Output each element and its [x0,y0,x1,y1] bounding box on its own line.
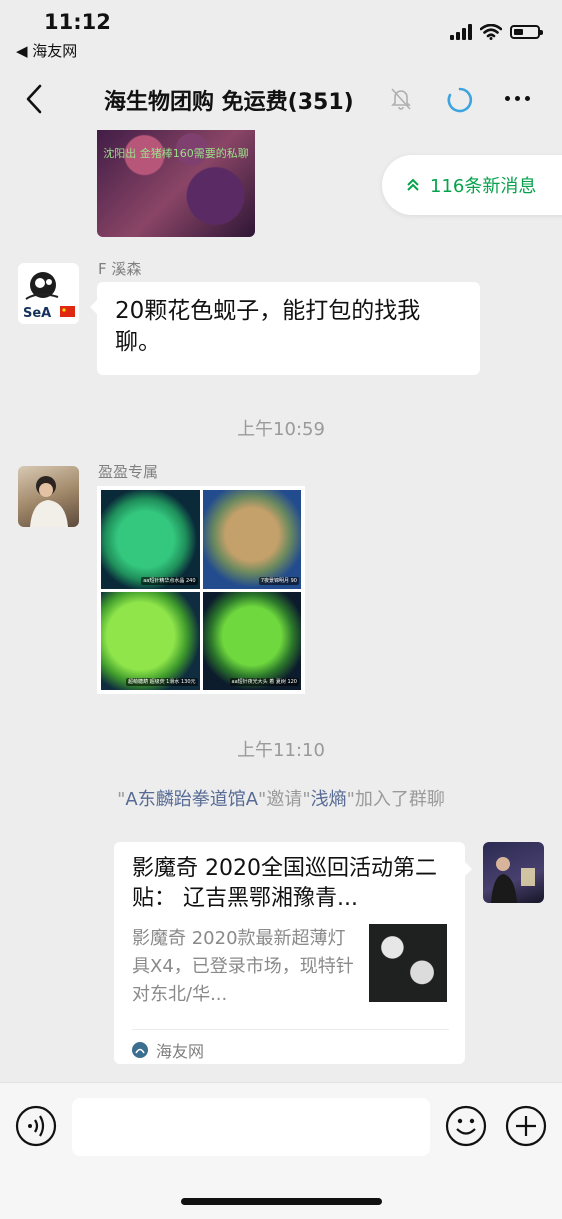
message-timestamp: 上午10:59 [237,419,325,440]
avatar[interactable]: SeA [18,263,79,324]
back-to-app-link[interactable]: ◀ 海友网 [16,40,77,61]
avatar[interactable] [18,466,79,527]
photo-label: 7夜景锦明月 90 [258,576,299,585]
article-title: 影魔奇 2020全国巡回活动第二贴： 辽吉黑鄂湘豫青... [132,856,437,911]
new-messages-button[interactable]: 116条新消息 [382,155,562,215]
status-icons [450,24,543,40]
source-logo-icon [132,1042,148,1058]
article-source: 海友网 [132,1038,204,1062]
group-chat-title: 海生物团购 免运费(351) [104,90,354,115]
image-caption: 沈阳出 金猪棒160需要的私聊 [103,147,249,160]
coral-image-message[interactable]: 沈阳出 金猪棒160需要的私聊 [97,130,255,237]
wifi-icon [480,24,502,40]
home-indicator[interactable] [181,1198,382,1205]
source-name: 海友网 [156,1042,205,1061]
new-messages-label: 116条新消息 [430,176,537,197]
emoji-icon[interactable] [445,1105,487,1147]
avatar[interactable] [483,842,544,903]
article-thumbnail [369,924,447,1002]
sender-name: 盈盈专属 [98,463,159,481]
divider [132,1029,449,1030]
joined-text: 加入了群聊 [354,789,445,810]
status-bar: 11:12 ◀ 海友网 [0,0,562,70]
chat-header: 海生物团购 免运费(351) [0,70,562,130]
message-timestamp: 上午11:10 [237,740,325,761]
coral-photo[interactable]: aa短针夜光大头 着 夏树 120 [202,591,301,690]
invited-word: 邀请 [266,789,303,810]
system-notice: "A东麟跆拳道馆A"邀请"浅熵"加入了群聊 [117,789,445,810]
user-photo-icon [30,476,68,527]
invitee-name-link[interactable]: 浅熵 [311,789,347,810]
photo-label: aa短针精华点水晶 240 [141,576,198,585]
chat-messages[interactable]: 沈阳出 金猪棒160需要的私聊 116条新消息 SeA F 溪森 20颗花色蚬子… [0,130,562,1082]
sync-loading-icon [447,87,473,113]
svg-text:SeA: SeA [23,306,51,321]
voice-input-icon[interactable] [15,1105,57,1147]
sea-logo-icon: SeA [23,272,75,321]
image-grid-message[interactable]: aa短针精华点水晶 240 7夜景锦明月 90 超萌糖葫 超级荧 1滑水 130… [97,486,305,694]
coral-photo[interactable]: 超萌糖葫 超级荧 1滑水 130元 [101,591,200,690]
sender-name: F 溪森 [98,260,142,278]
self-photo-icon [491,857,535,903]
message-text-input[interactable] [72,1098,430,1156]
photo-label: 超萌糖葫 超级荧 1滑水 130元 [126,678,198,686]
inviter-name-link[interactable]: A东麟跆拳道馆A [125,789,258,810]
battery-icon [510,25,543,39]
text-message-bubble[interactable]: 20颗花色蚬子，能打包的找我聊。 [90,282,480,375]
double-chevron-up-icon [407,178,419,191]
coral-photo[interactable]: aa短针精华点水晶 240 [101,490,200,589]
article-description: 影魔奇 2020款最新超薄灯具X4，已登录市场，现特针对东北/华... [132,928,354,1005]
mute-bell-icon [391,88,411,110]
plus-more-icon[interactable] [505,1105,547,1147]
cellular-signal-icon [450,24,472,40]
coral-photo[interactable]: 7夜景锦明月 90 [202,490,301,589]
status-time: 11:12 [44,10,111,34]
more-options-icon[interactable] [505,96,530,101]
photo-label: aa短针夜光大头 着 夏树 120 [229,678,299,686]
article-link-card[interactable]: 影魔奇 2020全国巡回活动第二贴： 辽吉黑鄂湘豫青... 影魔奇 2020款最… [114,842,472,1064]
back-chevron-icon[interactable] [18,80,52,118]
